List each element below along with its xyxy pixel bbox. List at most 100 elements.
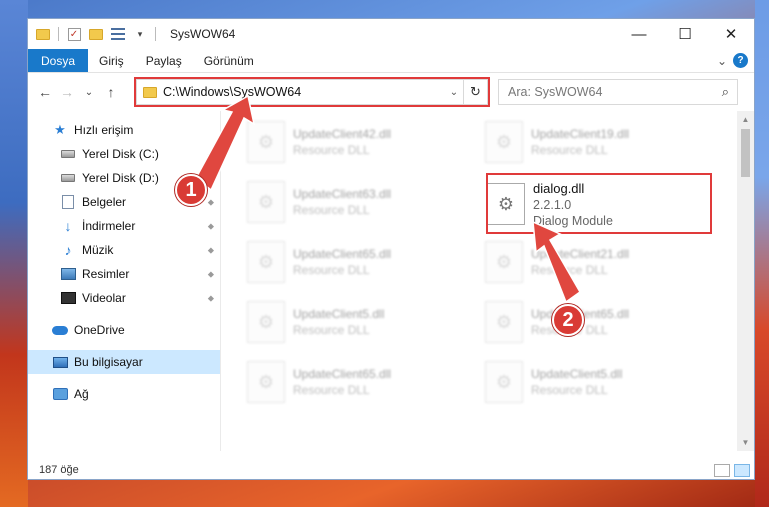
customize-toolbar-icon[interactable]: ▾ (133, 27, 147, 41)
properties-check-icon[interactable]: ✓ (67, 27, 81, 41)
pin-icon: ⬥ (207, 292, 214, 303)
pin-icon: ⬥ (207, 148, 214, 159)
folder-icon (36, 27, 50, 41)
dll-file-icon: ⚙ (247, 181, 285, 223)
computer-icon (52, 355, 68, 369)
sidebar-item-this-pc[interactable]: Bu bilgisayar (28, 350, 220, 374)
list-item[interactable]: ⚙ UpdateClient19.dll Resource DLL (483, 117, 713, 167)
file-description: Resource DLL (293, 203, 370, 217)
window-title: SysWOW64 (170, 27, 236, 41)
sidebar-item-onedrive[interactable]: OneDrive (28, 318, 220, 342)
sidebar-item-label: Belgeler (82, 195, 127, 209)
pin-icon: ⬥ (207, 172, 214, 183)
file-name: UpdateClient19.dll (531, 127, 630, 141)
status-bar: 187 öğe (28, 459, 754, 479)
file-name: UpdateClient21.dll (531, 247, 630, 261)
disk-icon (60, 147, 76, 161)
star-icon: ★ (54, 122, 66, 137)
sidebar-item-label: Bu bilgisayar (74, 355, 143, 369)
scroll-down-icon[interactable]: ▼ (737, 434, 754, 451)
large-icons-view-icon[interactable] (734, 463, 750, 477)
recent-locations-button[interactable]: ⌄ (78, 81, 100, 103)
close-button[interactable]: ✕ (708, 19, 754, 49)
sidebar-item-pictures[interactable]: Resimler ⬥ (28, 262, 220, 286)
pin-icon: ⬥ (207, 244, 214, 255)
minimize-button[interactable]: — (616, 19, 662, 49)
search-icon[interactable]: ⌕ (722, 84, 729, 100)
dll-file-icon: ⚙ (485, 241, 523, 283)
scroll-up-icon[interactable]: ▲ (737, 111, 754, 128)
sidebar-item-network[interactable]: Ağ (28, 382, 220, 406)
music-icon: ♪ (64, 242, 72, 258)
file-list: ⚙ UpdateClient42.dll Resource DLL ⚙ Updat… (221, 111, 754, 451)
cloud-icon (52, 323, 68, 337)
dll-file-icon: ⚙ (247, 301, 285, 343)
sidebar-item-label: Ağ (74, 387, 89, 401)
sidebar-item-label: Yerel Disk (C:) (82, 147, 159, 161)
sidebar-item-label: Resimler (82, 267, 130, 281)
video-icon (60, 291, 76, 305)
new-folder-icon[interactable] (89, 27, 103, 41)
sidebar-item-label: OneDrive (74, 323, 125, 337)
download-icon: ↓ (64, 218, 72, 234)
search-placeholder: Ara: SysWOW64 (508, 85, 603, 99)
details-view-icon[interactable] (714, 463, 730, 477)
list-item[interactable]: ⚙ UpdateClient65.dllResource DLL (245, 357, 475, 407)
tab-file[interactable]: Dosya (28, 49, 89, 72)
navigation-bar: ← → ⌄ ↑ C:\Windows\SysWOW64 ⌄ ↻ Ara: Sys… (28, 73, 754, 111)
address-path[interactable]: C:\Windows\SysWOW64 (163, 85, 301, 99)
refresh-button[interactable]: ↻ (463, 80, 487, 104)
list-item[interactable]: ⚙ UpdateClient5.dll Resource DLL (245, 297, 475, 347)
sidebar-item-videos[interactable]: Videolar ⬥ (28, 286, 220, 310)
ribbon-right: ⌄ ? (717, 49, 754, 72)
forward-button[interactable]: → (56, 81, 78, 103)
item-count: 187 öğe (39, 464, 79, 476)
help-icon[interactable]: ? (733, 53, 748, 68)
pin-icon: ⬥ (207, 196, 214, 207)
address-dropdown-icon[interactable]: ⌄ (445, 87, 463, 98)
search-input[interactable]: Ara: SysWOW64 ⌕ (498, 79, 738, 105)
dll-file-icon: ⚙ (247, 241, 285, 283)
sidebar-item-music[interactable]: ♪ Müzik ⬥ (28, 238, 220, 262)
list-item[interactable]: ⚙ UpdateClient42.dll Resource DLL (245, 117, 475, 167)
list-item[interactable]: ⚙ UpdateClient5.dll Resource DLL (483, 357, 713, 407)
ribbon-tabs: Dosya Giriş Paylaş Görünüm ⌄ ? (28, 49, 754, 73)
tab-view[interactable]: Görünüm (193, 49, 265, 72)
title-divider-2 (155, 27, 156, 41)
list-item[interactable]: ⚙ UpdateClient63.dll Resource DLL (245, 177, 475, 227)
sidebar-item-quick-access[interactable]: ★ Hızlı erişim (28, 118, 220, 142)
file-highlight-box (486, 173, 712, 234)
scroll-thumb[interactable] (741, 129, 750, 177)
dll-file-icon: ⚙ (247, 361, 285, 403)
dll-file-icon: ⚙ (485, 361, 523, 403)
properties-icon[interactable] (111, 27, 125, 41)
file-description: Resource DLL (293, 263, 370, 277)
pin-icon: ⬥ (207, 268, 214, 279)
address-folder-icon (143, 86, 157, 98)
vertical-scrollbar[interactable]: ▲ ▼ (737, 111, 754, 451)
address-bar[interactable]: C:\Windows\SysWOW64 ⌄ ↻ (136, 79, 488, 105)
pictures-icon (60, 267, 76, 281)
tab-home[interactable]: Giriş (88, 49, 135, 72)
list-item[interactable]: ⚙ UpdateClient65.dllResource DLL (483, 297, 713, 347)
tab-share[interactable]: Paylaş (135, 49, 193, 72)
dll-file-icon: ⚙ (247, 121, 285, 163)
expand-ribbon-icon[interactable]: ⌄ (717, 54, 727, 68)
file-name: UpdateClient65.dll (293, 247, 392, 261)
back-button[interactable]: ← (34, 81, 56, 103)
sidebar-item-downloads[interactable]: ↓ İndirmeler ⬥ (28, 214, 220, 238)
file-name: UpdateClient65.dll (293, 367, 392, 381)
file-description: Resource DLL (293, 143, 370, 157)
file-name: UpdateClient5.dll (531, 367, 623, 381)
desktop-background-right (755, 0, 769, 507)
sidebar-item-label: İndirmeler (82, 219, 136, 233)
file-name: UpdateClient63.dll (293, 187, 392, 201)
sidebar-item-local-disk-c[interactable]: Yerel Disk (C:) ⬥ (28, 142, 220, 166)
list-item[interactable]: ⚙ UpdateClient65.dll Resource DLL (245, 237, 475, 287)
list-item[interactable]: ⚙ UpdateClient21.dll Resource DLL (483, 237, 713, 287)
maximize-button[interactable]: ☐ (662, 19, 708, 49)
desktop-background-left (0, 0, 28, 507)
content-area: ★ Hızlı erişim Yerel Disk (C:) ⬥ Yerel D… (28, 111, 754, 451)
up-button[interactable]: ↑ (100, 81, 122, 103)
file-description: Resource DLL (293, 323, 370, 337)
